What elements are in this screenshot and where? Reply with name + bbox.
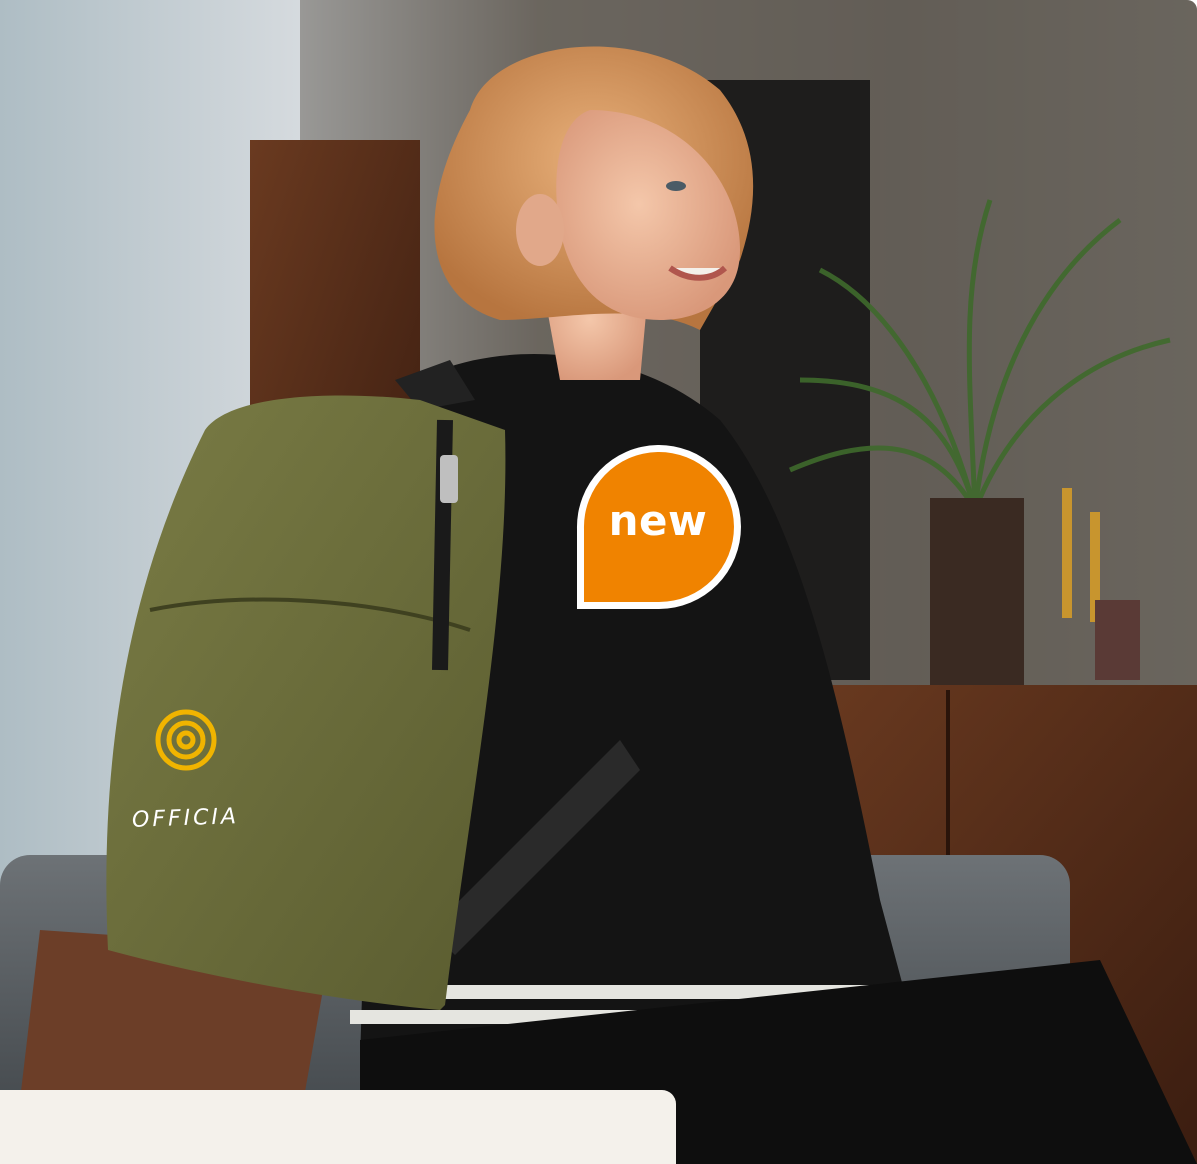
brand-text-on-bag: OFFICIA xyxy=(131,804,240,833)
new-badge-label: new xyxy=(608,496,708,545)
new-badge: new xyxy=(573,443,747,613)
hero-image: OFFICIA new xyxy=(0,0,1197,1164)
caption-card xyxy=(0,1090,676,1164)
